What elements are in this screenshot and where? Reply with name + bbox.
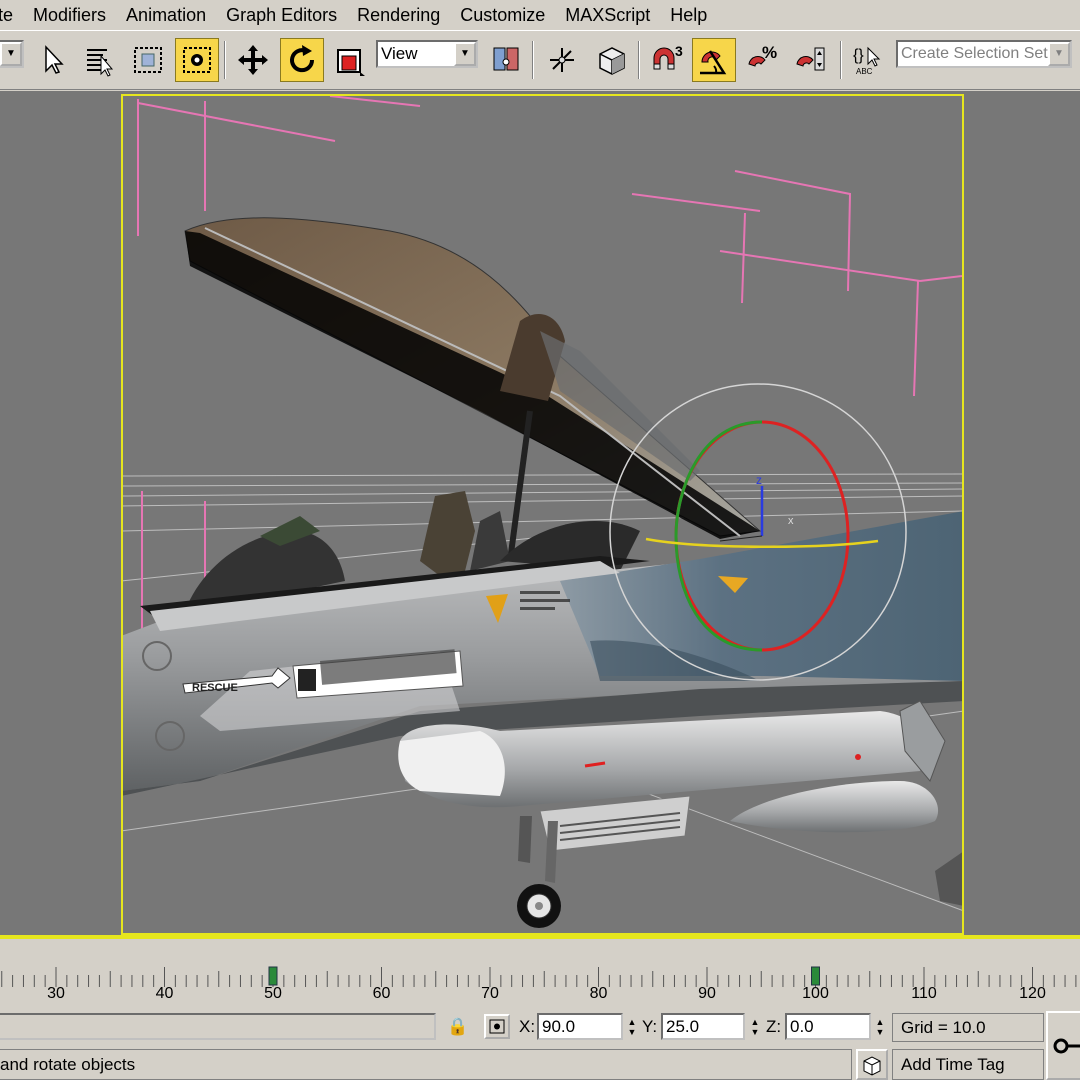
selection-set-placeholder: Create Selection Set — [901, 45, 1048, 62]
menu-graph-editors[interactable]: Graph Editors — [216, 0, 347, 30]
percent-snap-toggle-button[interactable]: % — [741, 38, 785, 82]
svg-text:{}: {} — [853, 47, 864, 64]
abc-label: ABC — [856, 67, 873, 76]
toolbar-separator — [840, 41, 842, 79]
frame-label: 120 — [1019, 985, 1046, 1002]
animation-key[interactable] — [268, 966, 278, 986]
3dsmax-window: te Modifiers Animation Graph Editors Ren… — [0, 0, 1080, 1080]
pivot-center-button[interactable] — [484, 38, 528, 82]
frame-label: 100 — [802, 985, 829, 1002]
chevron-down-icon: ▼ — [1048, 42, 1070, 66]
frame-label: 80 — [589, 985, 608, 1002]
time-tag-button[interactable] — [856, 1049, 888, 1080]
select-by-name-icon — [87, 49, 114, 77]
snap-dimension-label: 3 — [675, 43, 683, 59]
percent-snap-icon: % — [748, 43, 777, 67]
manipulate-icon — [550, 48, 574, 72]
window-crossing-icon — [183, 47, 211, 73]
menu-rendering[interactable]: Rendering — [347, 0, 450, 30]
time-track-bar[interactable]: 30 40 50 60 70 80 90 100 110 120 — [0, 939, 1080, 1011]
frame-label: 90 — [698, 985, 716, 1002]
absolute-mode-toggle[interactable] — [484, 1014, 510, 1039]
menu-modifiers[interactable]: Modifiers — [23, 0, 116, 30]
select-and-scale-button[interactable] — [328, 38, 372, 82]
spinner-snap-icon — [796, 47, 825, 71]
pivot-center-icon — [493, 47, 519, 71]
rescue-decal-text: RESCUE — [192, 682, 238, 694]
lock-icon[interactable]: 🔒 — [447, 1013, 468, 1040]
window-crossing-button[interactable] — [175, 38, 219, 82]
status-message-field — [0, 1013, 436, 1040]
spinner-snap-toggle-button[interactable] — [789, 38, 833, 82]
animation-key[interactable] — [811, 966, 820, 986]
rect-selection-icon — [134, 47, 162, 73]
frame-label: 110 — [911, 985, 937, 1002]
select-and-rotate-button[interactable] — [280, 38, 324, 82]
svg-text:x: x — [788, 515, 794, 527]
frame-label: 50 — [264, 985, 282, 1002]
y-coordinate-field[interactable]: 25.0 — [661, 1013, 745, 1040]
frame-label: 40 — [155, 985, 174, 1002]
chevron-down-icon: ▼ — [454, 42, 476, 66]
z-coordinate-field[interactable]: 0.0 — [785, 1013, 871, 1040]
prompt-line: and rotate objects — [0, 1049, 852, 1080]
add-time-tag-label[interactable]: Add Time Tag — [892, 1049, 1044, 1080]
grid-size-display: Grid = 10.0 — [892, 1013, 1044, 1042]
selection-filter-dropdown[interactable]: ▼ — [0, 40, 24, 68]
frame-label: 30 — [47, 985, 65, 1002]
rotate-icon — [290, 45, 315, 73]
move-icon — [238, 45, 268, 75]
time-tag-icon — [863, 1055, 881, 1076]
menu-animation[interactable]: Animation — [116, 0, 216, 30]
y-label: Y: — [642, 1017, 658, 1036]
coord-system-value: View — [381, 44, 418, 63]
angle-snap-toggle-button[interactable] — [692, 38, 736, 82]
select-and-move-button[interactable] — [231, 38, 275, 82]
angle-snap-icon — [700, 50, 727, 75]
set-key-button[interactable] — [1046, 1011, 1080, 1080]
perspective-viewport[interactable]: RESCUE z x — [0, 91, 1080, 939]
reference-coordinate-dropdown[interactable]: View ▼ — [376, 40, 478, 68]
absolute-mode-icon — [489, 1019, 505, 1034]
menu-bar: te Modifiers Animation Graph Editors Ren… — [0, 0, 1080, 30]
named-selection-icon: {} ABC — [853, 46, 881, 76]
x-spinner[interactable]: ▲ ▼ — [624, 1013, 640, 1040]
select-by-name-button[interactable] — [77, 38, 121, 82]
main-toolbar: ▼ View ▼ 3 % {} ABC Create Selection Set… — [0, 30, 1080, 90]
status-bar: 🔒 X: 90.0 ▲ ▼ Y: 25.0 ▲ ▼ Z: 0.0 ▲ ▼ Grid =… — [0, 1011, 1080, 1080]
svg-text:%: % — [762, 43, 777, 62]
named-selection-set-dropdown[interactable]: Create Selection Set ▼ — [896, 40, 1072, 68]
menu-customize[interactable]: Customize — [450, 0, 555, 30]
frame-label: 60 — [372, 985, 391, 1002]
magnet-icon: 3 — [653, 43, 683, 70]
frame-label: 70 — [481, 985, 499, 1002]
snaps-toggle-button[interactable]: 3 — [644, 38, 688, 82]
menu-maxscript[interactable]: MAXScript — [555, 0, 660, 30]
cube-icon — [599, 47, 625, 75]
x-label: X: — [519, 1017, 536, 1036]
scale-icon — [337, 49, 365, 76]
edit-named-selection-button[interactable]: {} ABC — [846, 38, 890, 82]
cursor-arrow-icon — [45, 45, 64, 74]
toolbar-separator — [532, 41, 534, 79]
chevron-down-icon: ▼ — [0, 42, 22, 66]
rectangular-selection-button[interactable] — [126, 38, 170, 82]
menu-create[interactable]: te — [0, 0, 23, 30]
z-label: Z: — [766, 1017, 782, 1036]
viewport-area: RESCUE z x — [0, 91, 1080, 939]
keyboard-shortcut-override-button[interactable] — [590, 38, 634, 82]
y-spinner[interactable]: ▲ ▼ — [747, 1013, 763, 1040]
toolbar-separator — [224, 41, 226, 79]
z-spinner[interactable]: ▲ ▼ — [872, 1013, 888, 1040]
select-and-manipulate-button[interactable] — [540, 38, 584, 82]
toolbar-separator — [638, 41, 640, 79]
menu-help[interactable]: Help — [660, 0, 717, 30]
key-icon — [1053, 1038, 1080, 1053]
x-coordinate-field[interactable]: 90.0 — [537, 1013, 623, 1040]
select-object-button[interactable] — [30, 38, 74, 82]
svg-text:z: z — [756, 473, 762, 487]
track-ruler — [1, 966, 1077, 987]
